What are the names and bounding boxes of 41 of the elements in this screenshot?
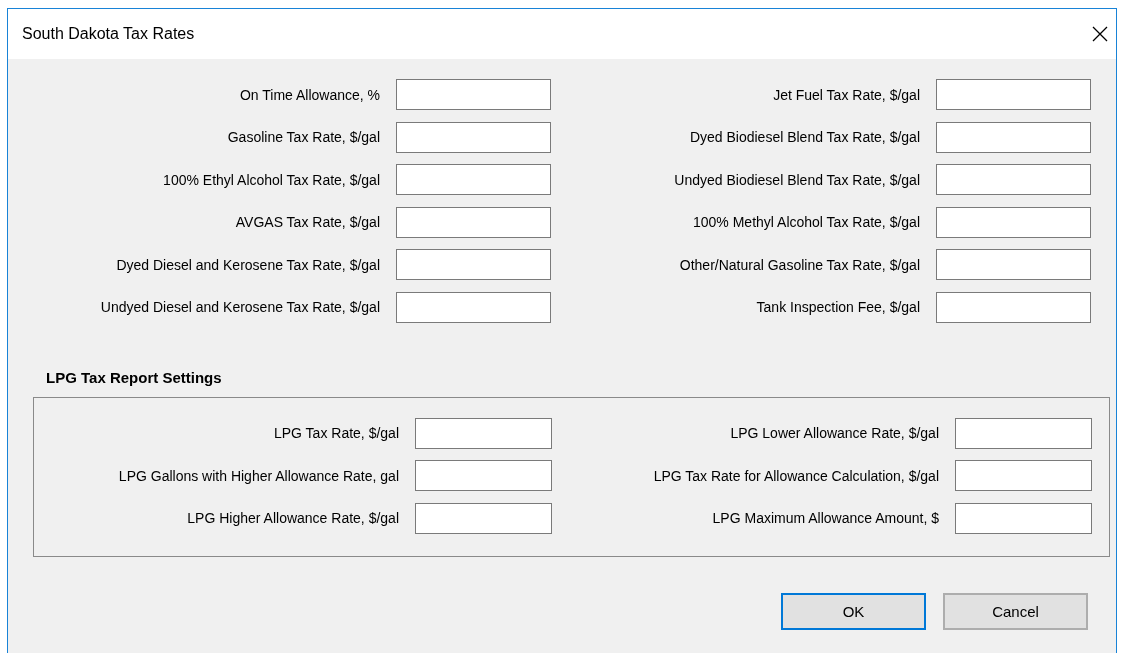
input-field[interactable] (955, 502, 1092, 534)
input-field[interactable] (396, 121, 551, 153)
ok-button[interactable]: OK (781, 592, 926, 630)
input-field[interactable] (936, 291, 1091, 323)
field-label: 100% Methyl Alcohol Tax Rate, $/gal (692, 214, 920, 230)
input-field[interactable] (396, 206, 551, 238)
field-label: Dyed Diesel and Kerosene Tax Rate, $/gal (115, 256, 380, 273)
cancel-button[interactable]: Cancel (943, 592, 1088, 630)
field-label: Gasoline Tax Rate, $/gal (226, 129, 380, 145)
field-label: Undyed Biodiesel Blend Tax Rate, $/gal (673, 171, 920, 188)
input-field[interactable] (415, 460, 552, 491)
input-field[interactable] (396, 249, 551, 280)
field-label: LPG Maximum Allowance Amount, $ (711, 510, 939, 526)
field-label: Jet Fuel Tax Rate, $/gal (772, 86, 920, 103)
input-field[interactable] (396, 164, 551, 195)
field-label: Other/Natural Gasoline Tax Rate, $/gal (678, 256, 920, 273)
input-field[interactable] (415, 502, 552, 534)
input-field[interactable] (955, 417, 1092, 449)
field-label: LPG Higher Allowance Rate, $/gal (186, 510, 399, 526)
field-label: 100% Ethyl Alcohol Tax Rate, $/gal (162, 171, 380, 188)
input-field[interactable] (936, 121, 1091, 153)
field-label: LPG Gallons with Higher Allowance Rate, gal (117, 467, 399, 484)
input-field[interactable] (936, 79, 1091, 110)
input-field[interactable] (955, 460, 1092, 491)
input-field[interactable] (415, 417, 552, 449)
section-title: LPG Tax Report Settings (46, 368, 223, 386)
input-field[interactable] (936, 249, 1091, 280)
input-field[interactable] (936, 206, 1091, 238)
close-icon[interactable] (1092, 26, 1108, 42)
input-field[interactable] (936, 164, 1091, 195)
field-label: LPG Tax Rate, $/gal (272, 425, 399, 441)
field-label: On Time Allowance, % (238, 86, 380, 103)
field-label: Tank Inspection Fee, $/gal (755, 299, 920, 315)
field-label: AVGAS Tax Rate, $/gal (234, 214, 380, 230)
input-field[interactable] (396, 79, 551, 110)
field-label: LPG Tax Rate for Allowance Calculation, $/gal (652, 467, 939, 484)
field-label: Dyed Biodiesel Blend Tax Rate, $/gal (688, 129, 920, 145)
field-label: LPG Lower Allowance Rate, $/gal (729, 425, 939, 441)
field-label: Undyed Diesel and Kerosene Tax Rate, $/gal (99, 299, 380, 315)
window-title: South Dakota Tax Rates (22, 25, 195, 43)
input-field[interactable] (396, 291, 551, 323)
